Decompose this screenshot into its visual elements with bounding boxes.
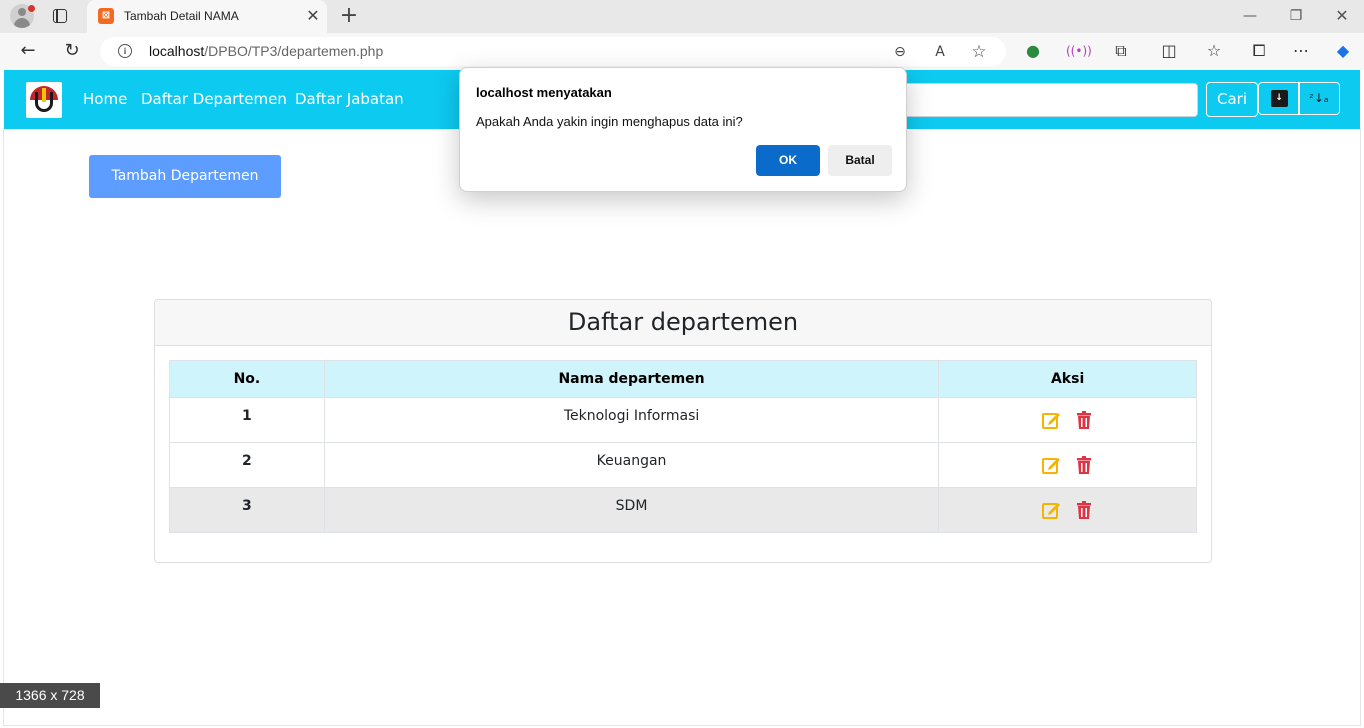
read-aloud-icon[interactable]: A — [930, 42, 950, 62]
new-tab-icon[interactable]: + — [338, 4, 360, 28]
nav-link-home[interactable]: Home — [83, 90, 127, 108]
table-row: 3 SDM — [169, 487, 1197, 533]
sort-ascending-button[interactable]: ↓ — [1258, 82, 1300, 115]
close-window-icon[interactable]: ✕ — [1332, 6, 1352, 26]
cancel-button[interactable]: Batal — [828, 145, 892, 176]
dialog-title: localhost menyatakan — [476, 85, 612, 100]
row-number: 1 — [169, 397, 325, 443]
table-row: 2 Keuangan — [169, 442, 1197, 488]
site-logo[interactable] — [26, 82, 62, 118]
browser-tab-active[interactable]: ⊠ Tambah Detail NAMA ✕ — [87, 0, 327, 33]
row-actions — [938, 487, 1197, 533]
zoom-icon[interactable]: ⊖ — [890, 42, 910, 62]
trash-icon[interactable] — [1074, 455, 1094, 475]
ok-button[interactable]: OK — [756, 145, 820, 176]
site-info-icon[interactable]: i — [118, 44, 132, 58]
minimize-icon[interactable]: — — [1240, 6, 1260, 26]
column-header-nama: Nama departemen — [323, 360, 940, 398]
sort-ascending-icon: ↓ — [1270, 90, 1288, 107]
url-text[interactable]: localhost/DPBO/TP3/departemen.php — [149, 43, 383, 59]
edit-icon[interactable] — [1041, 455, 1061, 475]
extensions-puzzle-icon[interactable]: ⧉ — [1110, 40, 1132, 62]
tab-actions-icon[interactable] — [53, 9, 67, 23]
row-actions — [938, 442, 1197, 488]
nav-link-daftar-departemen[interactable]: Daftar Departemen — [141, 90, 287, 108]
row-number: 3 — [169, 487, 325, 533]
copilot-icon[interactable]: ◆ — [1332, 40, 1354, 62]
confirm-dialog: localhost menyatakan Apakah Anda yakin i… — [459, 67, 907, 192]
dialog-message: Apakah Anda yakin ingin menghapus data i… — [476, 114, 743, 129]
extension-globe-icon[interactable]: ● — [1022, 40, 1044, 62]
extension-broadcast-icon[interactable]: ((•)) — [1066, 40, 1092, 62]
edit-icon[interactable] — [1041, 500, 1061, 520]
row-actions — [938, 397, 1197, 443]
search-input[interactable] — [904, 83, 1198, 117]
split-screen-icon[interactable]: ◫ — [1158, 40, 1180, 62]
restore-icon[interactable]: ❐ — [1286, 6, 1306, 26]
viewport-size-badge: 1366 x 728 — [0, 683, 100, 708]
column-header-aksi: Aksi — [938, 360, 1197, 398]
department-name: Keuangan — [323, 442, 940, 488]
xampp-icon: ⊠ — [98, 8, 114, 24]
department-table: No. Nama departemen Aksi 1 Teknologi Inf… — [169, 360, 1197, 533]
department-name: Teknologi Informasi — [323, 397, 940, 443]
row-number: 2 — [169, 442, 325, 488]
tab-close-icon[interactable]: ✕ — [304, 6, 322, 26]
nav-link-daftar-jabatan[interactable]: Daftar Jabatan — [295, 90, 404, 108]
collections-icon[interactable]: ⧠ — [1248, 40, 1270, 62]
favorite-star-icon[interactable]: ☆ — [969, 42, 989, 62]
department-name: SDM — [323, 487, 940, 533]
search-button[interactable]: Cari — [1206, 82, 1258, 117]
back-icon[interactable]: ← — [17, 40, 39, 62]
tab-title: Tambah Detail NAMA — [124, 9, 239, 23]
favorites-icon[interactable]: ☆ — [1203, 40, 1225, 62]
sort-descending-button[interactable]: ᶻ↓ₐ — [1298, 82, 1340, 115]
sort-descending-icon: ᶻ↓ₐ — [1309, 91, 1329, 105]
table-header-row: No. Nama departemen Aksi — [169, 360, 1197, 398]
card-title: Daftar departemen — [567, 308, 799, 336]
edit-icon[interactable] — [1041, 410, 1061, 430]
add-department-button[interactable]: Tambah Departemen — [89, 155, 281, 198]
card-header: Daftar departemen — [155, 300, 1211, 346]
trash-icon[interactable] — [1074, 500, 1094, 520]
browser-toolbar: ← ↻ i localhost/DPBO/TP3/departemen.php … — [0, 33, 1364, 70]
address-bar[interactable]: i localhost/DPBO/TP3/departemen.php ⊖ A … — [100, 37, 1006, 66]
browser-tab-bar: ⊠ Tambah Detail NAMA ✕ + — ❐ ✕ — [0, 0, 1364, 33]
table-row: 1 Teknologi Informasi — [169, 397, 1197, 443]
profile-notification-dot — [28, 5, 35, 12]
trash-icon[interactable] — [1074, 410, 1094, 430]
more-menu-icon[interactable]: ⋯ — [1290, 40, 1312, 62]
reload-icon[interactable]: ↻ — [61, 40, 83, 62]
department-card: Daftar departemen No. Nama departemen Ak… — [154, 299, 1212, 563]
column-header-no: No. — [169, 360, 325, 398]
